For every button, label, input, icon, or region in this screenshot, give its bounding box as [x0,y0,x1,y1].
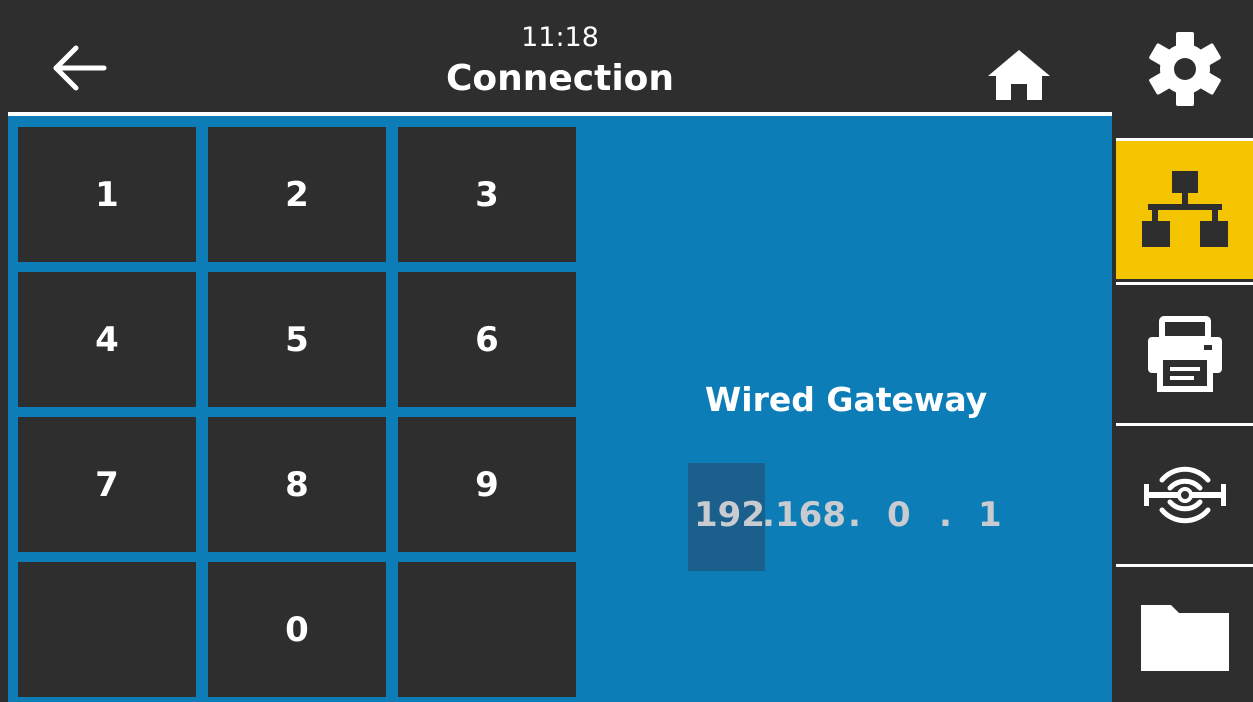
folder-icon [1140,604,1229,671]
page-title: Connection [445,58,675,99]
printer-screen: 11:18 Connection 1 2 3 4 5 6 7 8 9 0 Wir… [0,0,1253,702]
field-label: Wired Gateway [704,380,988,419]
ip-octet-4[interactable]: 1 [978,490,1002,540]
key-7[interactable]: 7 [18,417,196,552]
key-5[interactable]: 5 [208,272,386,407]
key-3[interactable]: 3 [398,127,576,262]
key-blank-left[interactable] [18,562,196,697]
key-0[interactable]: 0 [208,562,386,697]
sidebar [1112,0,1253,702]
sidebar-item-print[interactable] [1116,285,1253,423]
key-2[interactable]: 2 [208,127,386,262]
content-area: 1 2 3 4 5 6 7 8 9 0 Wired Gateway 192 . … [8,116,1112,702]
sidebar-item-settings[interactable] [1116,0,1253,138]
ip-separator: . [939,495,952,535]
printer-icon [1147,316,1222,392]
ip-separator: . [762,495,775,535]
header-bar: 11:18 Connection [8,8,1112,112]
key-9[interactable]: 9 [398,417,576,552]
key-1[interactable]: 1 [18,127,196,262]
ip-octet-1[interactable]: 192 [694,490,765,540]
clock-time: 11:18 [521,22,599,53]
network-icon [1141,171,1228,247]
home-icon [988,50,1050,100]
gear-icon [1148,32,1221,106]
key-6[interactable]: 6 [398,272,576,407]
rfid-icon [1143,466,1226,524]
sidebar-item-connection[interactable] [1116,141,1253,279]
ip-octet-3[interactable]: 0 [887,490,911,540]
ip-separator: . [848,495,861,535]
home-button[interactable] [984,44,1054,104]
key-4[interactable]: 4 [18,272,196,407]
key-8[interactable]: 8 [208,417,386,552]
key-blank-right[interactable] [398,562,576,697]
sidebar-item-rfid[interactable] [1116,426,1253,564]
ip-octet-2[interactable]: 168 [775,490,846,540]
sidebar-item-storage[interactable] [1116,567,1253,702]
